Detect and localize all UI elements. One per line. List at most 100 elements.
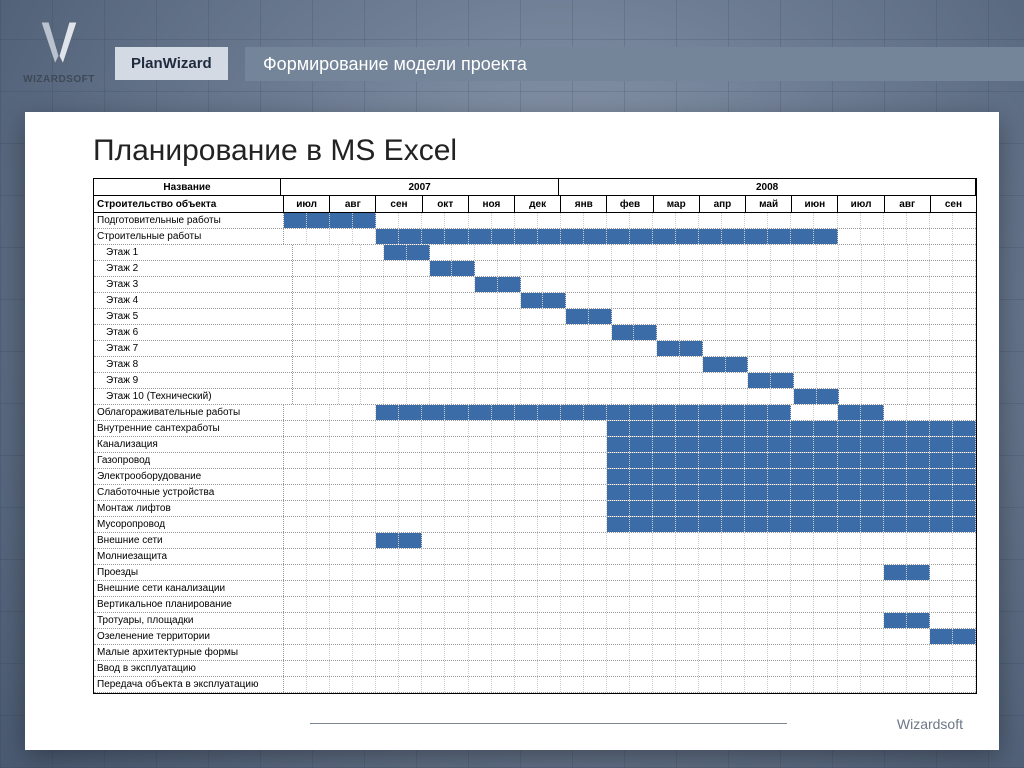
gantt-cell [907,677,930,692]
gantt-cell [399,213,422,228]
gantt-cell [953,373,976,388]
gantt-cell [794,245,817,260]
gantt-cell [521,277,544,292]
gantt-cell [768,565,791,580]
gantt-cell [353,597,376,612]
gantt-cell [745,645,768,660]
gantt-cell [703,245,726,260]
gantt-cell [791,213,814,228]
gantt-cell [930,341,953,356]
gantt-cell [452,341,475,356]
gantt-cell [399,597,422,612]
footer-text: Wizardsoft [897,716,963,732]
gantt-row: Слаботочные устройства [94,485,976,501]
gantt-cell [538,453,561,468]
gantt-cell [399,405,422,420]
gantt-cell [498,373,521,388]
gantt-cell [768,613,791,628]
gantt-cell [353,533,376,548]
gantt-cell [284,677,307,692]
gantt-cell [814,485,837,500]
gantt-cell [653,517,676,532]
gantt-cell [653,533,676,548]
gantt-cell [768,501,791,516]
gantt-cell [361,325,384,340]
gantt-cell [330,645,353,660]
gantt-cell [339,341,362,356]
gantt-cell [745,677,768,692]
gantt-cell [452,293,475,308]
gantt-cell [814,597,837,612]
gantt-cell [726,293,749,308]
gantt-cell [930,213,953,228]
gantt-cell [543,357,566,372]
gantt-cell [817,245,840,260]
gantt-cell [561,421,584,436]
gantt-cell [907,661,930,676]
gantt-cell [817,325,840,340]
gantt-cell [722,581,745,596]
col-header-month: апр [700,196,746,212]
gantt-cell [469,501,492,516]
gantt-cell [422,469,445,484]
gantt-cell [607,213,630,228]
gantt-cell [862,341,885,356]
gantt-cell [566,341,589,356]
gantt-cell [861,645,884,660]
gantt-cell [469,565,492,580]
gantt-cell [475,245,498,260]
gantt-cell [722,229,745,244]
gantt-cell [399,613,422,628]
gantt-cell [884,453,907,468]
gantt-cell [538,677,561,692]
gantt-cell [680,293,703,308]
gantt-cell [861,597,884,612]
gantt-cell [422,229,445,244]
gantt-cell [498,325,521,340]
gantt-cell [399,469,422,484]
gantt-row: Озеленение территории [94,629,976,645]
content-panel: Планирование в MS Excel Название20072008… [25,112,999,750]
gantt-cell [561,485,584,500]
gantt-cell [699,597,722,612]
gantt-cell [722,677,745,692]
gantt-cell [653,661,676,676]
gantt-cell [498,309,521,324]
gantt-cell [561,629,584,644]
gantt-cell [745,613,768,628]
gantt-cell [930,325,953,340]
gantt-cell [630,421,653,436]
gantt-cell [726,309,749,324]
gantt-cell [566,357,589,372]
gantt-cell [445,421,468,436]
gantt-cell [384,373,407,388]
gantt-cell [953,405,976,420]
gantt-cell [284,581,307,596]
gantt-cell [284,645,307,660]
gantt-cell [634,309,657,324]
gantt-cell [584,453,607,468]
gantt-cell [538,645,561,660]
gantt-cell [284,453,307,468]
gantt-cell [316,373,339,388]
gantt-cell [376,645,399,660]
gantt-cell [376,533,399,548]
gantt-cell [908,389,931,404]
gantt-cell [885,309,908,324]
gantt-cell [838,485,861,500]
gantt-cell [930,629,953,644]
gantt-cell [861,581,884,596]
gantt-cell [376,453,399,468]
gantt-cell [771,357,794,372]
task-name: Слаботочные устройства [94,485,284,500]
gantt-cell [361,293,384,308]
gantt-cell [407,373,430,388]
gantt-cell [861,565,884,580]
gantt-cell [492,469,515,484]
gantt-cell [515,421,538,436]
gantt-cell [791,629,814,644]
gantt-cell [676,485,699,500]
gantt-cell [399,229,422,244]
gantt-cell [794,373,817,388]
gantt-cell [680,325,703,340]
